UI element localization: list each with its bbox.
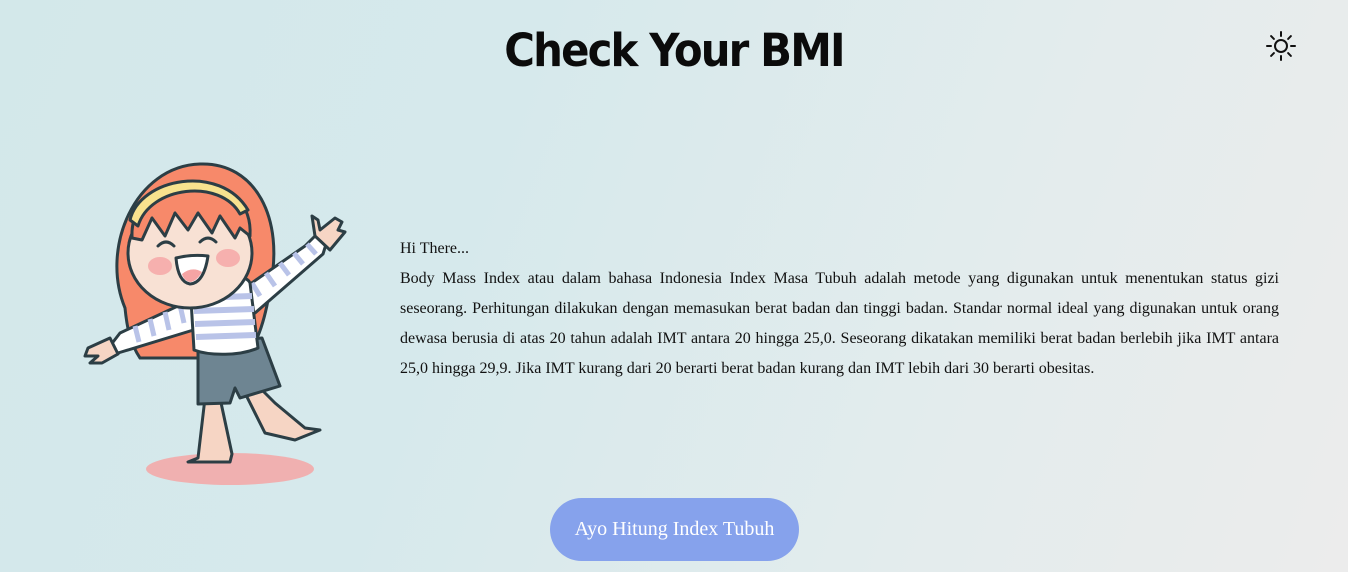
bmi-description: Body Mass Index atau dalam bahasa Indone… bbox=[400, 270, 1279, 377]
theme-toggle-button[interactable] bbox=[1265, 30, 1297, 62]
sun-icon bbox=[1266, 31, 1296, 61]
left-cheek bbox=[148, 257, 172, 275]
calculate-bmi-button[interactable]: Ayo Hitung Index Tubuh bbox=[550, 498, 799, 561]
page-title: Check Your BMI bbox=[504, 24, 845, 77]
happy-girl-illustration bbox=[80, 158, 350, 493]
greeting: Hi There... bbox=[400, 240, 470, 257]
left-hand bbox=[83, 336, 120, 365]
right-leg bbox=[243, 386, 322, 442]
right-cheek bbox=[216, 249, 240, 267]
left-leg bbox=[186, 396, 234, 464]
intro-text: Hi There... Body Mass Index atau dalam b… bbox=[400, 234, 1279, 384]
